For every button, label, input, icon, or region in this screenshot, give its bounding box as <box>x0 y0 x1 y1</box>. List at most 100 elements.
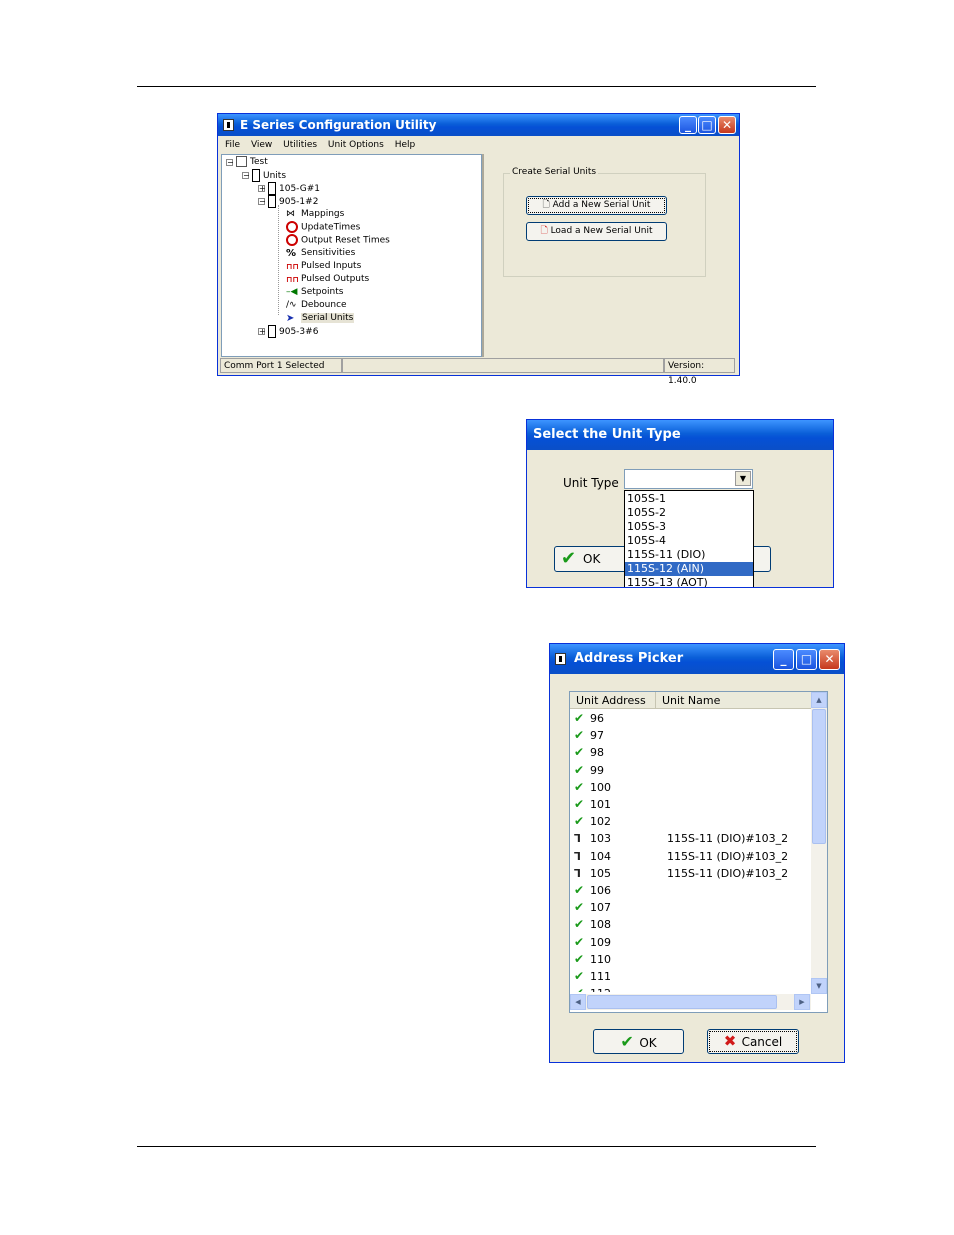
unit-type-dialog-title[interactable]: Select the Unit Type <box>527 420 833 450</box>
tree-item-serial-units[interactable]: ➤ Serial Units <box>286 312 355 325</box>
address-picker-title: Address Picker <box>574 651 684 666</box>
address-text: 108 <box>590 918 611 932</box>
tree-item-sensitivities[interactable]: % Sensitivities <box>286 247 355 260</box>
tree-item-pulsed-outputs[interactable]: ⊓⊓ Pulsed Outputs <box>286 273 369 286</box>
unit-address-cell: ✔ 108 <box>574 916 659 933</box>
unit-name-cell: 115S-11 (DIO)#103_2 <box>667 832 789 846</box>
status-version: Version: 1.40.0 <box>664 358 735 386</box>
minimize-icon[interactable]: _ <box>679 116 697 134</box>
main-window-titlebar[interactable]: E Series Configuration Utility _ □ ✕ <box>218 114 739 136</box>
address-text: 99 <box>590 763 604 777</box>
check-icon: ✔ <box>561 548 577 569</box>
scroll-right-icon[interactable]: ▶ <box>794 994 810 1010</box>
horizontal-scrollbar[interactable]: ◀ ▶ <box>570 994 811 1010</box>
close-icon[interactable]: ✕ <box>819 649 840 670</box>
address-text: 97 <box>590 729 604 743</box>
tree-item-105-g1[interactable]: 105-G#1 <box>268 182 320 195</box>
menu-view[interactable]: View <box>251 140 272 150</box>
in-use-icon: ⅂ <box>574 832 581 846</box>
check-icon: ✔ <box>574 969 585 983</box>
tree-item-updatetimes[interactable]: UpdateTimes <box>286 221 360 234</box>
status-middle <box>342 358 664 373</box>
tree-label: Pulsed Inputs <box>301 261 362 271</box>
menu-unit-options[interactable]: Unit Options <box>328 140 384 150</box>
splitter[interactable] <box>482 154 484 357</box>
vertical-scrollbar[interactable]: ▲ ▼ <box>811 692 827 994</box>
tree-label: 905-3#6 <box>279 327 319 337</box>
check-icon: ✔ <box>574 797 585 811</box>
tree-item-units[interactable]: Units <box>252 169 286 182</box>
tree-item-mappings[interactable]: ⋈ Mappings <box>286 208 344 221</box>
check-icon: ✔ <box>574 814 585 829</box>
dropdown-option[interactable]: 105S-4 <box>625 534 753 548</box>
dropdown-option-selected[interactable]: 115S-12 (AIN) <box>625 562 753 576</box>
tree-line <box>278 205 279 315</box>
maximize-icon[interactable]: □ <box>698 116 716 134</box>
expander-905-3-6[interactable]: + <box>258 328 266 336</box>
dropdown-option[interactable]: 105S-1 <box>625 492 753 506</box>
h-scroll-thumb[interactable] <box>587 995 777 1009</box>
column-unit-address[interactable]: Unit Address <box>570 692 656 709</box>
clock-icon <box>286 234 298 246</box>
address-text: 102 <box>590 815 611 829</box>
dropdown-option[interactable]: 115S-13 (AOT) <box>625 576 753 587</box>
tree-item-setpoints[interactable]: –◀ Setpoints <box>286 286 343 299</box>
check-icon: ✔ <box>574 711 585 725</box>
menu-file[interactable]: File <box>225 140 240 150</box>
address-list[interactable]: Unit Address Unit Name ✔ 96 ✔ 97 ✔ 98 ✔ 99 ✔ 100 ✔… <box>569 691 828 1013</box>
tree-item-debounce[interactable]: /∿ Debounce <box>286 299 347 312</box>
address-text: 105 <box>590 866 611 880</box>
chevron-down-icon[interactable]: ▼ <box>735 471 751 486</box>
minimize-icon[interactable]: _ <box>773 649 794 670</box>
expander-units[interactable]: − <box>242 172 250 180</box>
dropdown-option[interactable]: 105S-2 <box>625 506 753 520</box>
scroll-up-icon[interactable]: ▲ <box>811 692 827 708</box>
add-serial-unit-label: Add a New Serial Unit <box>552 200 651 210</box>
check-icon: ✔ <box>574 900 585 915</box>
dropdown-option[interactable]: 115S-11 (DIO) <box>625 548 753 562</box>
main-window: E Series Configuration Utility _ □ ✕ Fil… <box>217 113 740 386</box>
close-icon[interactable]: ✕ <box>718 116 736 134</box>
expander-105-g1[interactable]: + <box>258 185 266 193</box>
unit-address-cell: ✔ 106 <box>574 882 659 899</box>
check-icon: ✔ <box>574 951 585 966</box>
expander-905-1-2[interactable]: − <box>258 198 266 206</box>
unit-type-label: Unit Type <box>563 476 619 490</box>
scroll-left-icon[interactable]: ◀ <box>570 994 586 1010</box>
maximize-icon[interactable]: □ <box>796 649 817 670</box>
address-picker-titlebar[interactable]: Address Picker _ □ ✕ <box>550 644 844 674</box>
tree-item-pulsed-inputs[interactable]: ⊓⊓ Pulsed Inputs <box>286 260 361 273</box>
load-serial-unit-button[interactable]: 🗋 Load a New Serial Unit <box>526 222 667 241</box>
check-icon: ✔ <box>574 762 585 777</box>
pulse-icon: ⊓⊓ <box>286 275 299 284</box>
dropdown-option[interactable]: 105S-3 <box>625 520 753 534</box>
address-ok-button[interactable]: ✔ OK <box>593 1029 684 1054</box>
address-text: 100 <box>590 780 611 794</box>
unit-address-cell: ⅂ 104 <box>574 848 659 865</box>
unit-type-dropdown-list[interactable]: 105S-1 105S-2 105S-3 105S-4 115S-11 (DIO… <box>624 490 754 587</box>
tree-item-test[interactable]: Test <box>236 156 268 169</box>
address-cancel-button[interactable]: ✖ Cancel <box>707 1029 799 1054</box>
scroll-thumb[interactable] <box>812 709 826 844</box>
unit-tree[interactable]: − − + − + Test Units 105-G#1 905-1#2 ⋈ Ma… <box>221 154 482 357</box>
check-icon: ✔ <box>574 934 585 949</box>
in-use-icon: ⅂ <box>574 866 581 880</box>
tree-item-905-1-2[interactable]: 905-1#2 <box>268 195 318 208</box>
unit-type-combo[interactable]: ▼ <box>624 469 753 489</box>
menu-utilities[interactable]: Utilities <box>283 140 317 150</box>
expander-test[interactable]: − <box>226 159 234 167</box>
ok-label: OK <box>583 552 601 566</box>
tree-item-output-reset-times[interactable]: Output Reset Times <box>286 234 390 247</box>
check-icon: ✔ <box>574 883 585 897</box>
column-unit-name[interactable]: Unit Name <box>656 692 811 709</box>
unit-address-cell: ✔ 110 <box>574 951 659 968</box>
address-text: 96 <box>590 712 604 725</box>
add-serial-unit-button[interactable]: 🗋 Add a New Serial Unit <box>526 196 667 215</box>
address-text: 109 <box>590 935 611 949</box>
load-page-icon: 🗋 <box>540 226 551 236</box>
scroll-down-icon[interactable]: ▼ <box>811 978 827 994</box>
unit-icon <box>252 169 260 182</box>
tree-item-905-3-6[interactable]: 905-3#6 <box>268 325 318 338</box>
menu-help[interactable]: Help <box>395 140 416 150</box>
address-text: 101 <box>590 798 611 811</box>
